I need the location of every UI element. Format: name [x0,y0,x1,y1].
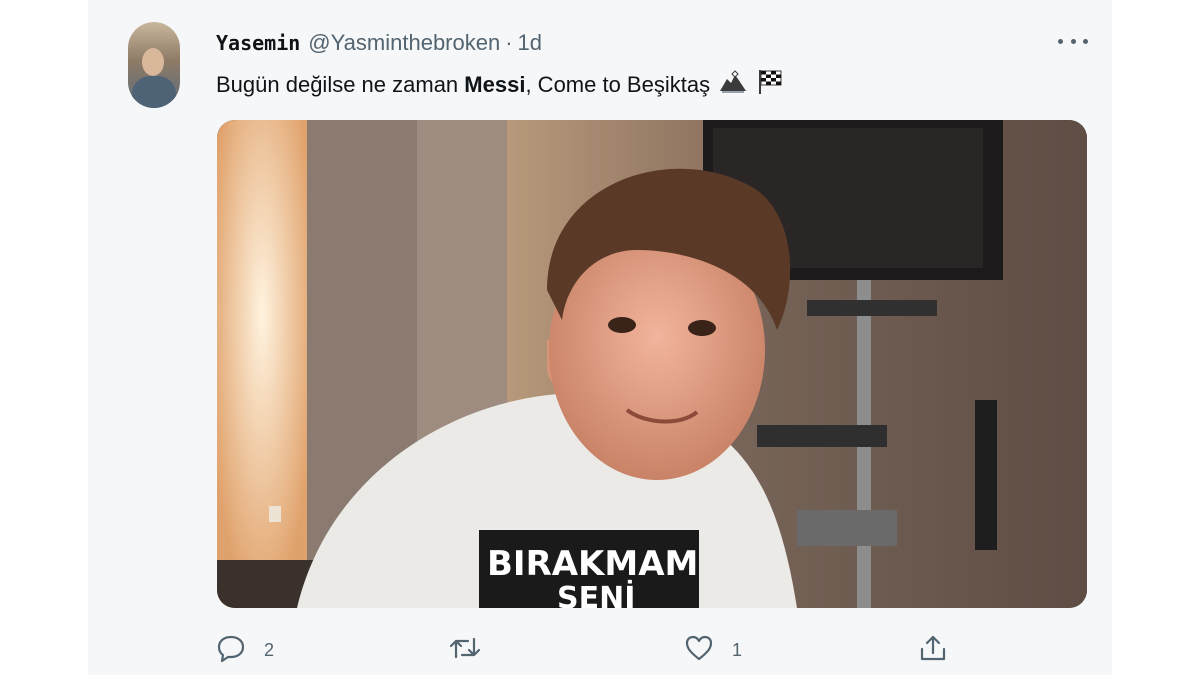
share-icon [918,633,948,668]
tweet-text: Bugün değilse ne zaman Messi , Come to B… [216,68,784,102]
reply-icon [216,633,246,668]
tweet-text-bold: Messi [464,72,526,97]
tweet-timestamp[interactable]: 1d [518,30,542,56]
separator-dot: · [505,30,513,55]
like-count: 1 [732,639,743,660]
eagle-icon [718,69,748,101]
avatar-face [142,48,164,76]
reply-button[interactable]: 2 [216,630,274,670]
display-name[interactable]: Yasemin [216,31,300,55]
tweet-actions: 2 1 [0,630,1200,670]
shirt-print-text: BIRAKMAM [487,544,698,584]
like-button[interactable]: 1 [684,630,742,670]
shirt-print-text-2: SENİ [557,580,635,608]
avatar[interactable] [128,22,180,108]
user-handle[interactable]: @Yasminthebroken [308,30,500,56]
tweet-media-photo[interactable]: BIRAKMAM SENİ [217,120,1087,608]
retweet-icon [448,633,482,668]
tweet-header: Yasemin @Yasminthebroken · 1d [216,30,542,56]
avatar-body [132,76,176,108]
tweet-text-part-2: , Come to Beşiktaş [525,72,711,97]
share-button[interactable] [918,630,948,670]
checkered-flag-icon [756,68,784,102]
retweet-button[interactable] [448,630,500,670]
tweet-text-part-1: Bugün değilse ne zaman [216,72,465,97]
like-icon [684,633,714,668]
reply-count: 2 [264,639,275,660]
more-options-icon[interactable] [1058,28,1088,54]
